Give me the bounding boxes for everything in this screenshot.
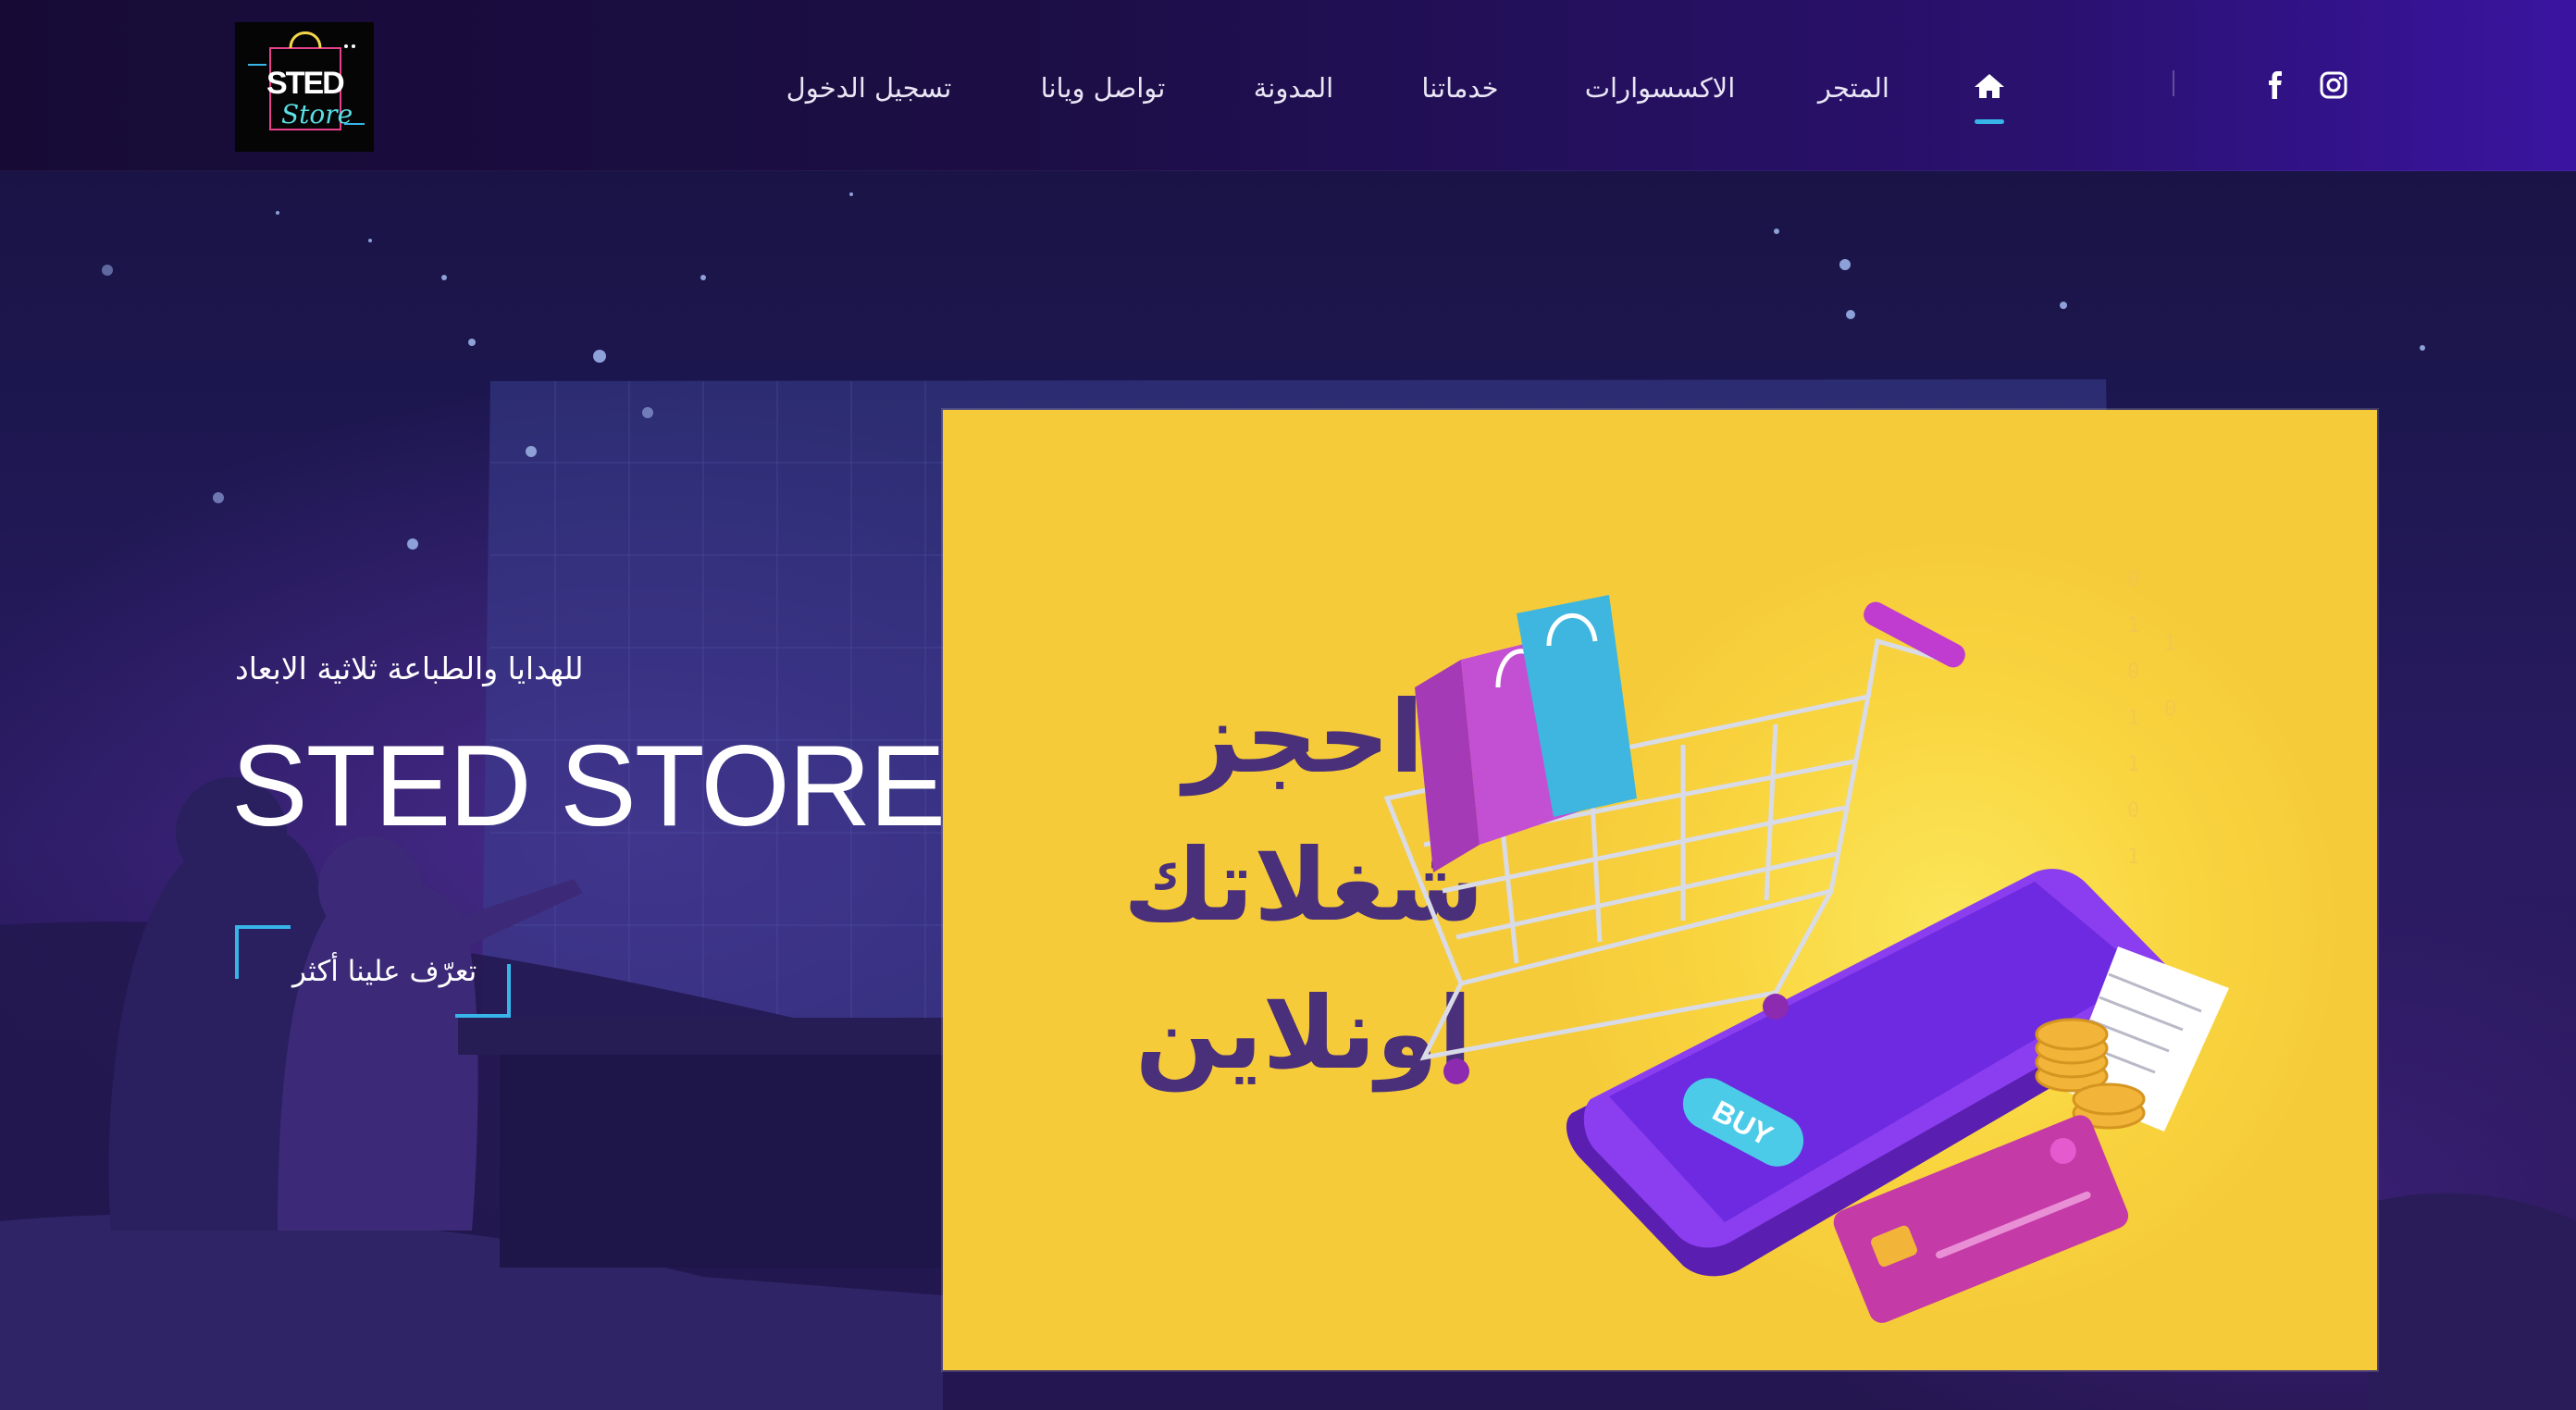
svg-text:0: 0 xyxy=(2164,698,2176,721)
nav-home[interactable] xyxy=(1969,67,2010,124)
svg-text:0: 0 xyxy=(2127,799,2139,822)
hero-tagline: للهدايا والطباعة ثلاثية الابعاد xyxy=(235,650,584,686)
nav-accessories[interactable]: الاكسسوارات xyxy=(1584,65,1736,111)
about-us-button-label: تعرّف علينا أكثر xyxy=(292,955,477,988)
facebook-link[interactable] xyxy=(2261,70,2291,100)
logo-text-sted: STED xyxy=(266,66,345,101)
active-nav-indicator xyxy=(1975,119,2004,124)
nav-login[interactable]: تسجيل الدخول xyxy=(785,65,953,111)
svg-text:1: 1 xyxy=(2127,753,2139,776)
about-us-button[interactable]: تعرّف علينا أكثر xyxy=(235,925,511,1018)
nav-divider xyxy=(2173,70,2174,96)
hero-title: STED STORE xyxy=(231,723,946,850)
svg-text:1: 1 xyxy=(2127,846,2139,869)
svg-text:1: 1 xyxy=(2127,614,2139,637)
nav-blog[interactable]: المدونة xyxy=(1251,65,1336,111)
svg-text:1: 1 xyxy=(2164,633,2176,656)
cta-corner-top-left xyxy=(235,925,291,979)
store-logo[interactable]: STED Store xyxy=(235,22,374,152)
site-header: STED Store تسجيل الدخول تواصل ويانا المد… xyxy=(0,0,2576,171)
promo-banner: احجز شغلاتك اونلاين 010 110 110 BUY xyxy=(943,410,2377,1370)
nav-contact[interactable]: تواصل ويانا xyxy=(1040,65,1166,111)
shopping-cart-illustration: 010 110 110 BUY xyxy=(1383,568,2229,1323)
nav-shop[interactable]: المتجر xyxy=(1818,65,1889,111)
instagram-link[interactable] xyxy=(2319,70,2348,100)
instagram-icon xyxy=(2320,71,2347,99)
nav-services[interactable]: خدماتنا xyxy=(1421,65,1499,111)
home-icon xyxy=(1975,74,2004,98)
logo-text-store: Store xyxy=(281,99,353,130)
svg-text:0: 0 xyxy=(2127,661,2139,684)
facebook-icon xyxy=(2269,71,2282,99)
svg-text:1: 1 xyxy=(2127,707,2139,730)
svg-text:0: 0 xyxy=(2127,568,2139,591)
